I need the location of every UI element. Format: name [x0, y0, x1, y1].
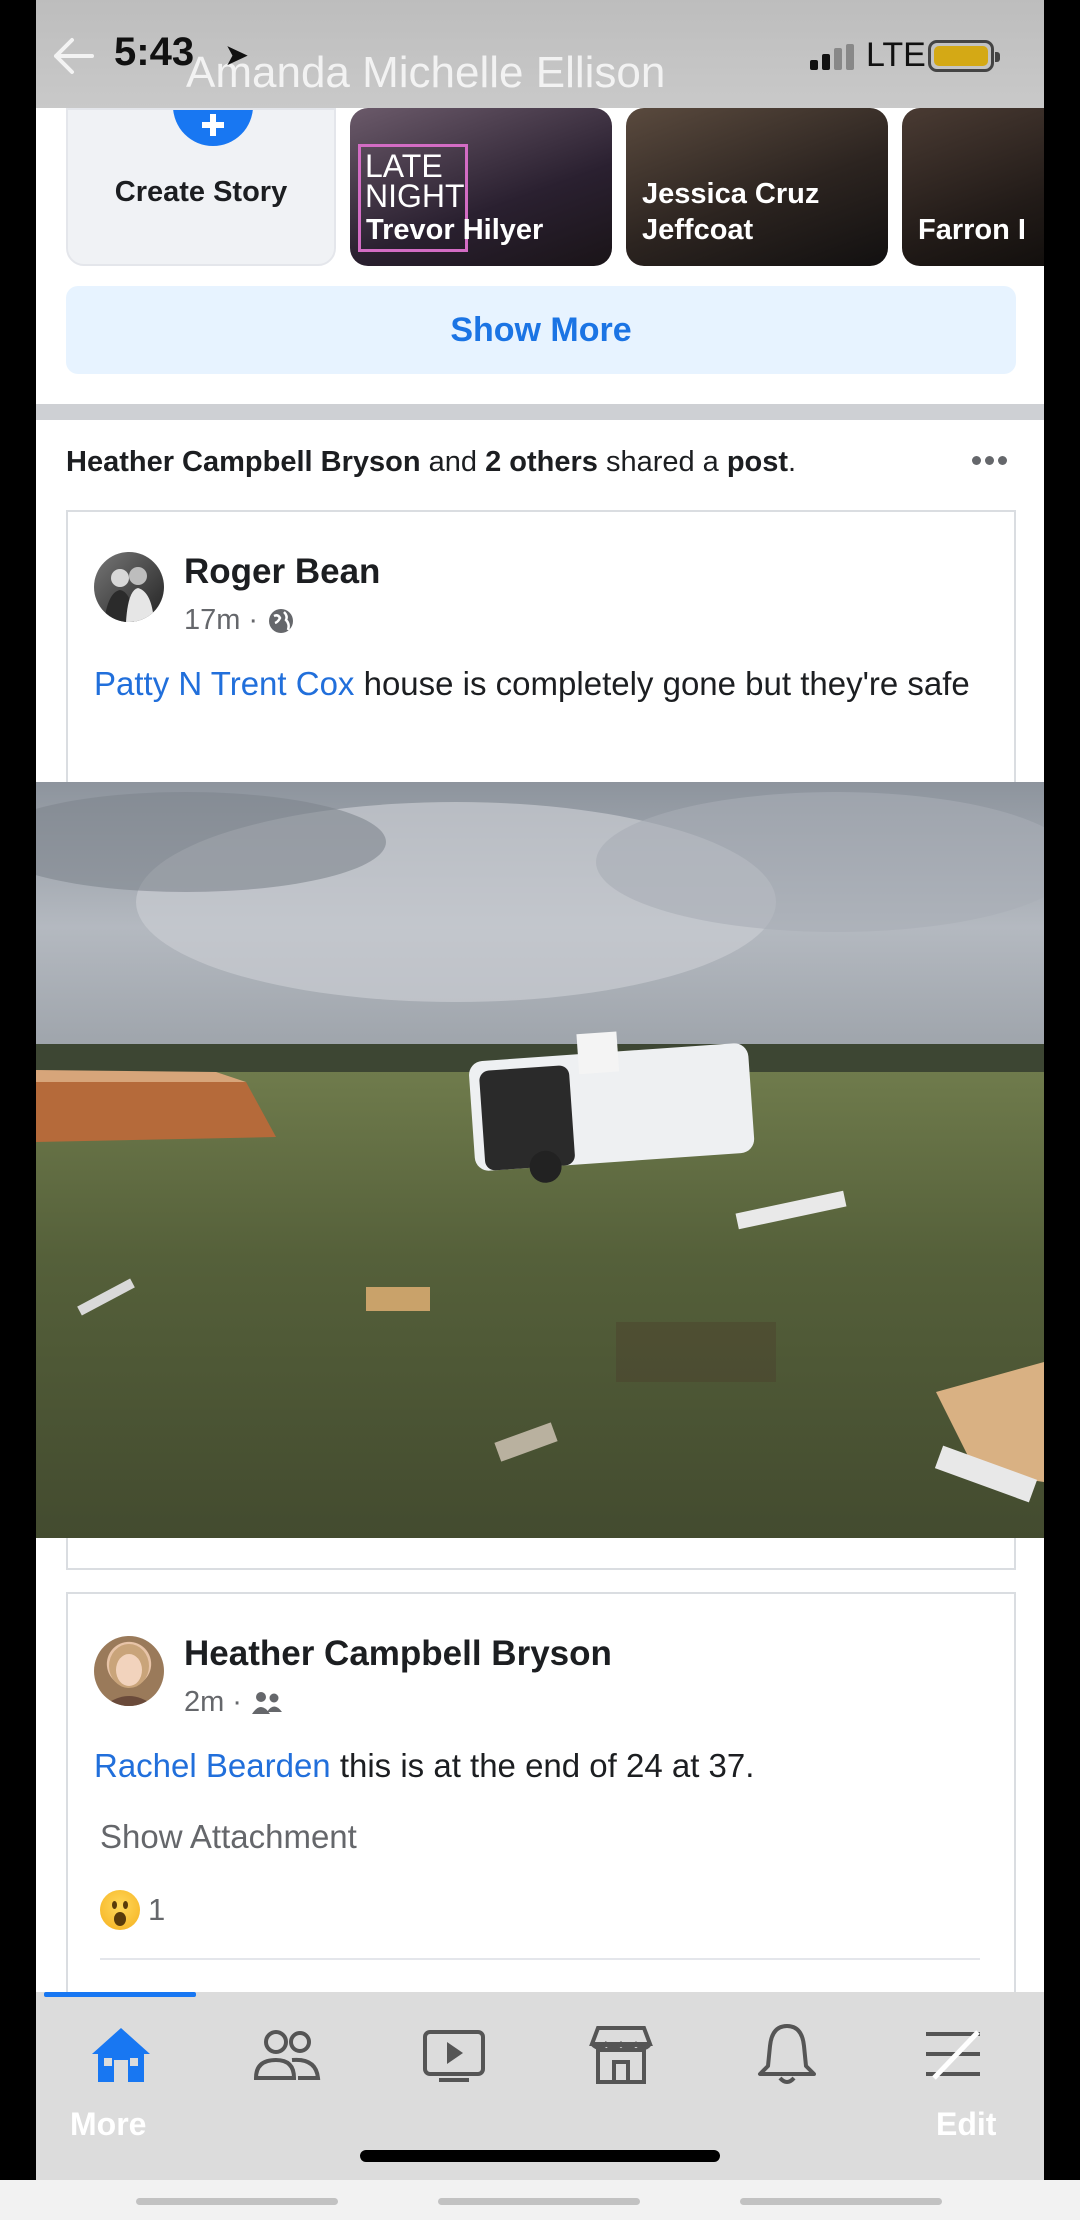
mention-link[interactable]: Patty N Trent Cox [94, 665, 354, 702]
globe-icon [269, 608, 294, 633]
post-time[interactable]: 17m [184, 604, 240, 637]
more-label[interactable]: More [70, 2106, 146, 2143]
shared-object-link[interactable]: post [727, 446, 788, 478]
divider [100, 1958, 980, 1960]
show-attachment-link[interactable]: Show Attachment [100, 1818, 357, 1856]
marketplace-icon[interactable] [576, 2014, 666, 2094]
page-title: Amanda Michelle Ellison [186, 48, 666, 97]
post-author[interactable]: Roger Bean [184, 552, 380, 592]
show-more-button[interactable]: Show More [66, 286, 1016, 374]
signal-icon [810, 44, 854, 70]
edit-label[interactable]: Edit [936, 2106, 996, 2143]
home-indicator [360, 2150, 720, 2162]
friends-icon [251, 1691, 282, 1714]
wow-reaction-icon [100, 1890, 140, 1930]
back-arrow-icon[interactable] [50, 36, 96, 76]
watch-icon[interactable] [409, 2014, 499, 2094]
shared-notice: Heather Campbell Bryson and 2 others sha… [66, 446, 796, 479]
reaction-summary[interactable]: 1 [100, 1890, 165, 1930]
shared-verb: shared a [605, 446, 719, 478]
friends-icon[interactable] [242, 2014, 332, 2094]
post-time[interactable]: 2m [184, 1686, 224, 1719]
battery-icon [928, 40, 1000, 72]
shared-connector: and [428, 446, 477, 478]
shared-end: . [788, 446, 797, 478]
home-icon[interactable] [76, 2014, 166, 2094]
story-name: Jessica Cruz Jeffcoat [642, 178, 820, 246]
bell-icon[interactable] [742, 2014, 832, 2094]
more-options-icon[interactable] [972, 452, 1016, 474]
bottom-strip [0, 2180, 1080, 2220]
post-body: Patty N Trent Cox house is completely go… [94, 660, 974, 708]
shared-actor-link[interactable]: Heather Campbell Bryson [66, 446, 421, 478]
meta-separator: · [248, 604, 259, 636]
shared-others-link[interactable]: 2 others [485, 446, 598, 478]
story-name: Trevor Hilyer [366, 214, 544, 246]
network-label: LTE [866, 36, 926, 74]
app-screen: Amanda Michelle Ellison 5:43 ➤ LTE Creat… [36, 0, 1044, 2180]
meta-separator: · [232, 1686, 242, 1718]
reaction-count: 1 [148, 1892, 166, 1927]
post-photo[interactable] [36, 782, 1044, 1538]
create-story-label: Create Story [114, 176, 288, 208]
active-tab-indicator [44, 1992, 196, 1997]
status-time: 5:43 [114, 30, 195, 74]
stories-row: Create Story LATE NIGHT Trevor Hilyer Je… [36, 108, 1044, 268]
avatar[interactable] [94, 552, 164, 622]
post-text: this is at the end of 24 at 37. [330, 1747, 755, 1784]
story-card[interactable]: Jessica Cruz Jeffcoat [626, 108, 888, 266]
story-card[interactable]: Farron I [902, 108, 1044, 266]
menu-icon[interactable] [908, 2014, 998, 2094]
post-meta: 17m · [184, 604, 296, 637]
post-text: house is completely gone but they're saf… [354, 665, 970, 702]
story-card[interactable]: LATE NIGHT Trevor Hilyer [350, 108, 612, 266]
mention-link[interactable]: Rachel Bearden [94, 1747, 331, 1784]
section-divider [36, 404, 1044, 420]
post-meta: 2m · [184, 1686, 284, 1719]
location-arrow-icon: ➤ [224, 39, 250, 72]
top-bar: Amanda Michelle Ellison 5:43 ➤ LTE [36, 0, 1044, 108]
avatar[interactable] [94, 1636, 164, 1706]
post-body: Rachel Bearden this is at the end of 24 … [94, 1742, 974, 1790]
plus-icon [173, 110, 253, 146]
post-author[interactable]: Heather Campbell Bryson [184, 1634, 612, 1674]
story-name: Farron I [918, 214, 1026, 246]
create-story-card[interactable]: Create Story [66, 108, 336, 266]
